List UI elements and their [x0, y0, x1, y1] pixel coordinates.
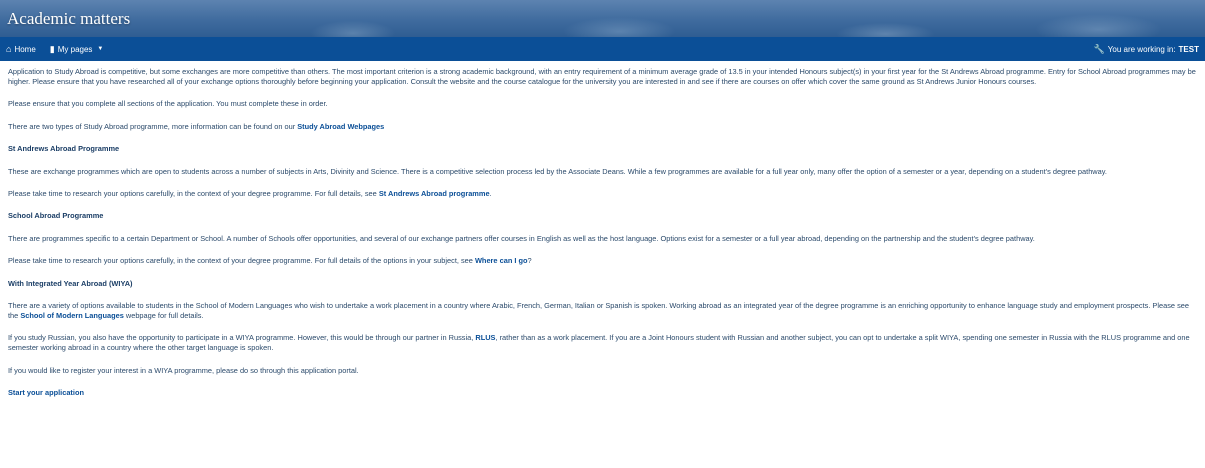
start-application-link[interactable]: Start your application [8, 388, 84, 397]
school-of-modern-languages-link[interactable]: School of Modern Languages [20, 311, 123, 320]
working-in-label: You are working in: [1107, 44, 1176, 54]
working-in-indicator: 🔧 You are working in: TEST [1093, 43, 1199, 54]
st-andrews-abroad-text: These are exchange programmes which are … [8, 166, 1107, 176]
sa-research-paragraph: Please take time to research your option… [8, 189, 1197, 199]
russian-text: If you study Russian, you also have the … [8, 333, 476, 343]
page-title: Academic matters [7, 9, 131, 28]
top-navbar: ⌂ Home ▮ My pages ▼ 🔧 You are working in… [0, 37, 1205, 61]
sa-research-suffix: . [489, 188, 492, 198]
intro-paragraph: Application to Study Abroad is competiti… [8, 67, 1196, 86]
wiya-heading: With Integrated Year Abroad (WIYA) [8, 278, 133, 288]
start-application-paragraph: Start your application [8, 388, 1197, 398]
nav-my-pages-label: My pages [57, 44, 93, 54]
register-interest-paragraph: If you would like to register your inter… [8, 365, 359, 375]
working-in-value: TEST [1178, 44, 1199, 54]
two-types-paragraph: There are two types of Study Abroad prog… [8, 122, 1197, 132]
caret-down-icon: ▼ [97, 46, 104, 52]
nav-home-label: Home [14, 44, 36, 54]
wiya-paragraph: There are a variety of options available… [8, 301, 1197, 321]
school-abroad-heading: School Abroad Programme [8, 211, 104, 221]
study-abroad-webpages-link[interactable]: Study Abroad Webpages [297, 122, 384, 131]
wrench-icon: 🔧 [1093, 43, 1105, 54]
nav-my-pages[interactable]: ▮ My pages ▼ [49, 43, 104, 54]
main-content: Application to Study Abroad is competiti… [0, 61, 1205, 416]
home-icon: ⌂ [6, 43, 12, 54]
st-andrews-abroad-programme-link[interactable]: St Andrews Abroad programme [379, 189, 490, 198]
nav-left: ⌂ Home ▮ My pages ▼ [6, 43, 104, 54]
russian-paragraph: If you study Russian, you also have the … [8, 333, 1197, 353]
header-banner: Academic matters [0, 0, 1205, 37]
school-research-suffix: ? [527, 256, 532, 266]
wiya-text-suffix: webpage for full details. [123, 310, 204, 320]
school-research-text: Please take time to research your option… [8, 256, 475, 266]
sa-research-text: Please take time to research your option… [8, 188, 379, 198]
where-can-i-go-link[interactable]: Where can I go [475, 256, 528, 265]
complete-sections-paragraph: Please ensure that you complete all sect… [8, 99, 328, 109]
nav-home[interactable]: ⌂ Home [6, 43, 36, 54]
document-icon: ▮ [49, 43, 55, 54]
rlus-link[interactable]: RLUS [475, 333, 495, 342]
school-abroad-text: There are programmes specific to a certa… [8, 233, 1035, 243]
st-andrews-abroad-heading: St Andrews Abroad Programme [8, 144, 120, 154]
two-types-text: There are two types of Study Abroad prog… [8, 121, 298, 131]
school-research-paragraph: Please take time to research your option… [8, 256, 1197, 266]
